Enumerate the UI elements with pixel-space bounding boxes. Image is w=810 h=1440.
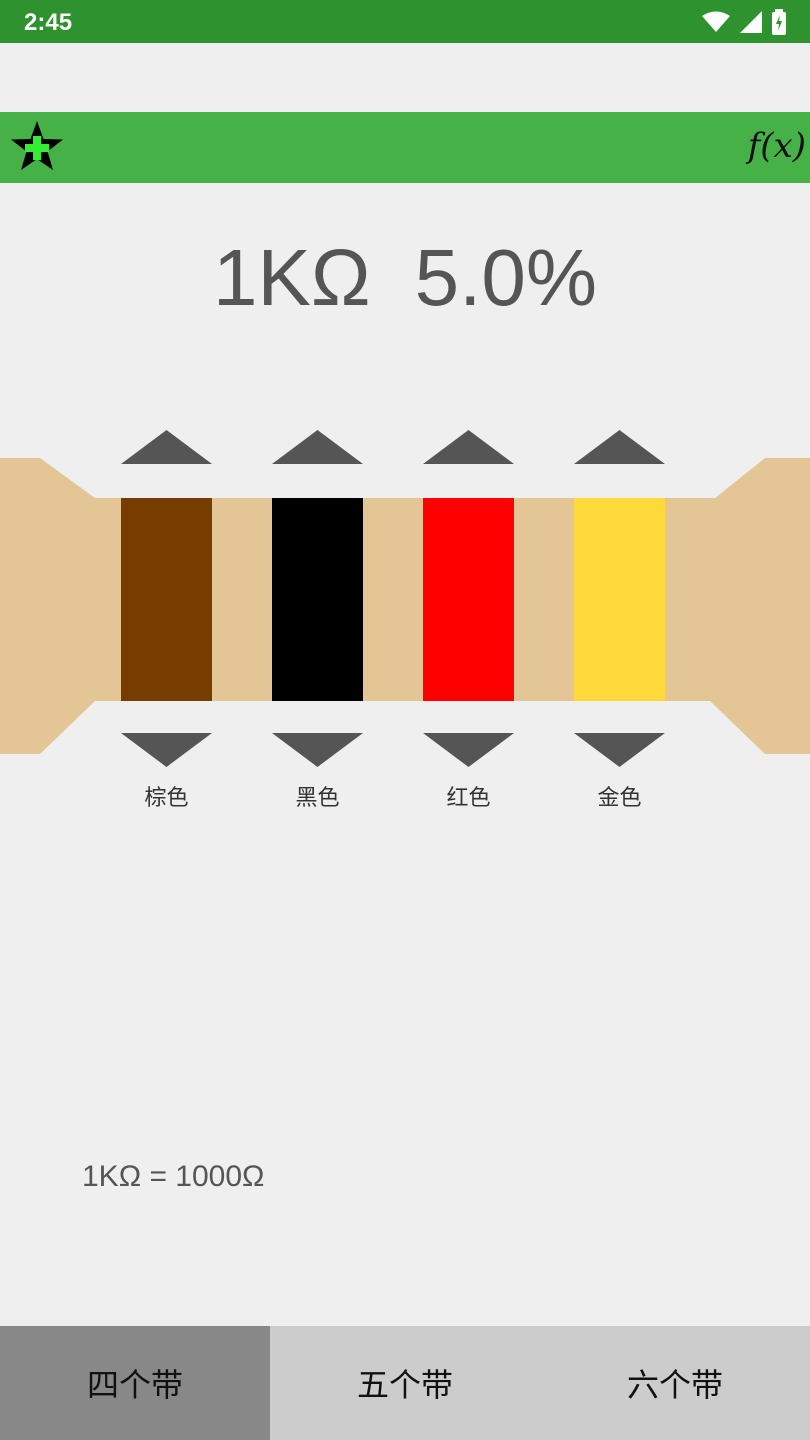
band-tolerance-up-arrow[interactable] — [574, 430, 665, 464]
tab-six-bands[interactable]: 六个带 — [540, 1326, 810, 1440]
status-time: 2:45 — [24, 9, 73, 36]
battery-icon — [772, 9, 786, 35]
band-multiplier-label: 红色 — [446, 786, 491, 811]
band-multiplier-down-arrow[interactable] — [423, 733, 514, 767]
band-multiplier — [423, 498, 514, 701]
band-second-down-arrow[interactable] — [272, 733, 363, 767]
band-multiplier-up-arrow[interactable] — [423, 430, 514, 464]
resistance-result: 1KΩ 5.0% — [0, 232, 810, 324]
toolbar — [0, 112, 810, 183]
band-second — [272, 498, 363, 701]
wifi-icon — [702, 11, 730, 32]
band-first-down-arrow[interactable] — [121, 733, 212, 767]
band-second-label: 黑色 — [295, 786, 340, 811]
formula-button[interactable]: f(x) — [736, 124, 806, 168]
band-tolerance — [574, 498, 665, 701]
status-bar: 2:45 — [0, 0, 810, 43]
tab-five-bands[interactable]: 五个带 — [270, 1326, 540, 1440]
signal-icon — [740, 11, 762, 33]
status-icons — [702, 9, 786, 35]
resistance-value: 1KΩ — [213, 233, 371, 322]
star-plus-icon — [11, 121, 63, 170]
tolerance-value: 5.0% — [414, 233, 597, 322]
add-favorite-button[interactable] — [8, 118, 66, 176]
band-first — [121, 498, 212, 701]
band-first-label: 棕色 — [144, 786, 189, 811]
resistor-diagram — [0, 430, 810, 767]
band-tolerance-label: 金色 — [597, 786, 642, 811]
band-count-tabs: 四个带 五个带 六个带 — [0, 1326, 810, 1440]
band-second-up-arrow[interactable] — [272, 430, 363, 464]
tab-four-bands[interactable]: 四个带 — [0, 1326, 270, 1440]
conversion-text: 1KΩ = 1000Ω — [82, 1160, 265, 1193]
band-tolerance-down-arrow[interactable] — [574, 733, 665, 767]
band-first-up-arrow[interactable] — [121, 430, 212, 464]
